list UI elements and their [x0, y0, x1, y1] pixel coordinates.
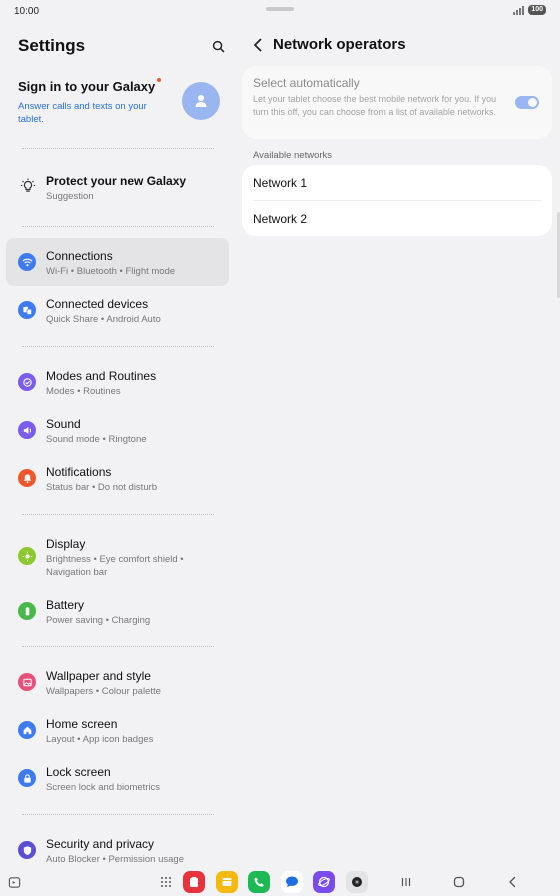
page-title: Settings — [18, 36, 86, 55]
divider — [22, 814, 214, 815]
search-icon[interactable] — [208, 36, 228, 56]
signin-subtitle: Answer calls and texts on your tablet. — [18, 101, 147, 125]
screenshot-icon[interactable] — [4, 872, 24, 892]
status-time: 10:00 — [14, 6, 40, 17]
settings-item-display[interactable]: Display Brightness • Eye comfort shield … — [6, 526, 229, 584]
divider — [22, 148, 214, 149]
signin-card[interactable]: Sign in to your Galaxy Answer calls and … — [18, 78, 228, 138]
divider — [22, 646, 214, 647]
settings-item-title: Display — [46, 537, 86, 551]
settings-item-title: Security and privacy — [46, 837, 155, 851]
network-operators-panel: Network operators Select automatically L… — [236, 24, 560, 868]
internet-app-icon[interactable] — [313, 871, 335, 893]
network-label: Network 2 — [253, 212, 308, 226]
divider — [22, 226, 214, 227]
settings-item-lock-screen[interactable]: Lock screen Screen lock and biometrics — [6, 754, 229, 802]
lock-icon — [18, 769, 36, 787]
settings-item-title: Battery — [46, 598, 85, 612]
signin-title: Sign in to your Galaxy — [18, 79, 156, 94]
messages-app-icon[interactable] — [281, 871, 303, 893]
home-button-icon[interactable] — [449, 872, 469, 892]
available-networks-list: Network 1 Network 2 — [242, 165, 552, 236]
network-label: Network 1 — [253, 176, 308, 190]
notes-app-icon[interactable] — [216, 871, 238, 893]
settings-item-subtitle: Layout • App icon badges — [46, 734, 154, 745]
suggestion-title: Protect your new Galaxy — [46, 174, 187, 188]
settings-item-subtitle: Wallpapers • Colour palette — [46, 686, 161, 697]
divider — [22, 346, 214, 347]
settings-item-battery[interactable]: Battery Power saving • Charging — [6, 587, 229, 635]
settings-item-subtitle: Power saving • Charging — [46, 615, 151, 626]
shield-icon — [18, 841, 36, 859]
settings-item-security-privacy[interactable]: Security and privacy Auto Blocker • Perm… — [6, 826, 229, 868]
settings-item-subtitle: Wi-Fi • Bluetooth • Flight mode — [46, 266, 176, 277]
settings-panel: Settings Sign in to your Galaxy Answer c… — [0, 24, 236, 868]
settings-item-notifications[interactable]: Notifications Status bar • Do not distur… — [6, 454, 229, 502]
settings-item-subtitle: Sound mode • Ringtone — [46, 434, 147, 445]
settings-item-sound[interactable]: Sound Sound mode • Ringtone — [6, 406, 229, 454]
battery-icon: 100 — [528, 5, 546, 15]
camera-app-icon[interactable] — [346, 871, 368, 893]
section-label: Available networks — [253, 150, 333, 161]
notification-dot — [157, 78, 162, 82]
app-store-icon[interactable] — [183, 871, 205, 893]
settings-item-title: Connections — [46, 249, 113, 263]
settings-header: Settings — [18, 36, 228, 56]
status-bar: 10:00 100 — [0, 0, 560, 24]
settings-item-subtitle: Brightness • Eye comfort shield • Naviga… — [46, 554, 184, 578]
settings-item-subtitle: Auto Blocker • Permission usage — [46, 854, 184, 865]
phone-app-icon[interactable] — [248, 871, 270, 893]
sun-icon — [18, 547, 36, 565]
avatar[interactable] — [182, 82, 220, 120]
settings-item-connected-devices[interactable]: Connected devices Quick Share • Android … — [6, 286, 229, 334]
signal-icon — [513, 5, 525, 15]
settings-item-subtitle: Quick Share • Android Auto — [46, 314, 161, 325]
settings-item-title: Notifications — [46, 465, 112, 479]
settings-item-wallpaper[interactable]: Wallpaper and style Wallpapers • Colour … — [6, 658, 229, 706]
select-automatically-description: Let your tablet choose the best mobile n… — [253, 94, 497, 117]
lightbulb-icon — [18, 176, 38, 196]
settings-item-subtitle: Status bar • Do not disturb — [46, 482, 158, 493]
taskbar — [0, 868, 560, 896]
home-icon — [18, 721, 36, 739]
settings-item-subtitle: Screen lock and biometrics — [46, 782, 161, 793]
settings-item-title: Lock screen — [46, 765, 111, 779]
recent-apps-icon[interactable] — [396, 872, 416, 892]
divider — [22, 514, 214, 515]
drag-handle[interactable] — [266, 7, 294, 11]
wifi-icon — [18, 253, 36, 271]
back-button-icon[interactable] — [502, 872, 522, 892]
devices-icon — [18, 301, 36, 319]
network-item[interactable]: Network 1 — [242, 165, 552, 201]
settings-item-connections[interactable]: Connections Wi-Fi • Bluetooth • Flight m… — [6, 238, 229, 286]
settings-item-modes-routines[interactable]: Modes and Routines Modes • Routines — [6, 358, 229, 406]
bell-icon — [18, 469, 36, 487]
back-arrow-icon[interactable] — [250, 37, 266, 53]
select-automatically-toggle — [515, 96, 539, 109]
status-icons: 100 — [513, 5, 546, 15]
settings-item-subtitle: Modes • Routines — [46, 386, 121, 397]
wallpaper-icon — [18, 673, 36, 691]
sound-icon — [18, 421, 36, 439]
settings-item-title: Home screen — [46, 717, 118, 731]
toggle-knob — [528, 98, 537, 107]
modes-icon — [18, 373, 36, 391]
apps-grid-icon[interactable] — [156, 872, 176, 892]
battery-icon — [18, 602, 36, 620]
settings-item-title: Sound — [46, 417, 81, 431]
suggestion-subtitle: Suggestion — [46, 191, 94, 202]
settings-item-home-screen[interactable]: Home screen Layout • App icon badges — [6, 706, 229, 754]
suggestion-item[interactable]: Protect your new Galaxy Suggestion — [18, 174, 228, 210]
page-title: Network operators — [273, 36, 406, 53]
settings-item-title: Modes and Routines — [46, 369, 157, 383]
settings-item-title: Wallpaper and style — [46, 669, 151, 683]
settings-item-title: Connected devices — [46, 297, 149, 311]
network-item[interactable]: Network 2 — [242, 201, 552, 236]
person-icon — [195, 95, 207, 107]
select-automatically-title: Select automatically — [253, 76, 360, 90]
select-automatically-card: Select automatically Let your tablet cho… — [242, 66, 552, 139]
